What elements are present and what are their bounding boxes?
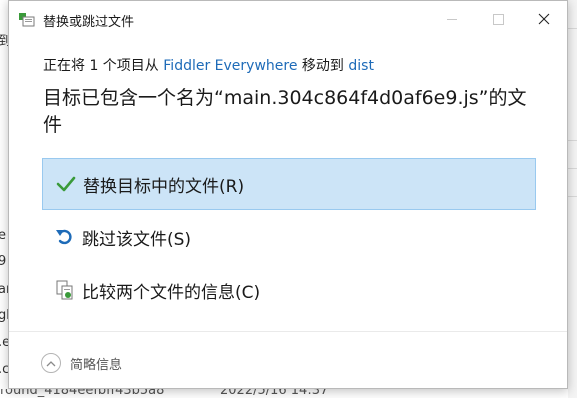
close-button[interactable]	[521, 1, 567, 37]
replace-option-label: 替换目标中的文件(R)	[83, 176, 245, 197]
minimize-icon	[447, 18, 457, 20]
move-middle: 移动到	[297, 58, 349, 74]
bg-fragment: e	[0, 228, 6, 243]
checkmark-icon	[55, 173, 77, 195]
source-folder-link[interactable]: Fiddler Everywhere	[163, 58, 297, 74]
close-icon	[538, 13, 550, 25]
background-right-panel	[568, 0, 577, 398]
compare-files-icon	[54, 279, 76, 301]
conflict-message: 目标已包含一个名为“main.304c864f4d0af6e9.js”的文件	[43, 87, 527, 136]
compare-option-label: 比较两个文件的信息(C)	[82, 282, 261, 303]
move-prefix: 正在将 1 个项目从	[43, 58, 164, 74]
footer-divider	[9, 331, 567, 332]
maximize-icon	[492, 13, 504, 25]
title-bar[interactable]: 替换或跳过文件	[9, 1, 567, 39]
dialog-title: 替换或跳过文件	[43, 15, 135, 30]
fewer-details-toggle[interactable]: 简略信息	[41, 351, 122, 375]
replace-or-skip-dialog: 替换或跳过文件 正在将 1 个项目从 Fiddler Everywhere 移动…	[8, 0, 568, 389]
skip-option-label: 跳过该文件(S)	[82, 229, 192, 250]
minimize-button[interactable]	[429, 1, 475, 37]
move-description: 正在将 1 个项目从 Fiddler Everywhere 移动到 dist	[43, 55, 374, 75]
file-move-icon	[19, 13, 35, 27]
bg-file-date: 2022/5/16 14:37	[220, 389, 329, 398]
chevron-up-icon	[41, 353, 61, 373]
bg-file-name: round_4184eefbff43b5a8	[0, 389, 165, 398]
background-bottom-row: round_4184eefbff43b5a8 2022/5/16 14:37	[0, 389, 577, 398]
destination-folder-link[interactable]: dist	[348, 58, 374, 74]
bg-fragment: 9	[0, 254, 7, 269]
skip-file-option[interactable]: 跳过该文件(S)	[42, 211, 536, 263]
replace-file-option[interactable]: 替换目标中的文件(R)	[42, 158, 536, 210]
compare-files-option[interactable]: 比较两个文件的信息(C)	[42, 264, 536, 316]
details-label: 简略信息	[70, 357, 123, 373]
maximize-button[interactable]	[475, 1, 521, 37]
skip-arrow-icon	[54, 226, 76, 248]
